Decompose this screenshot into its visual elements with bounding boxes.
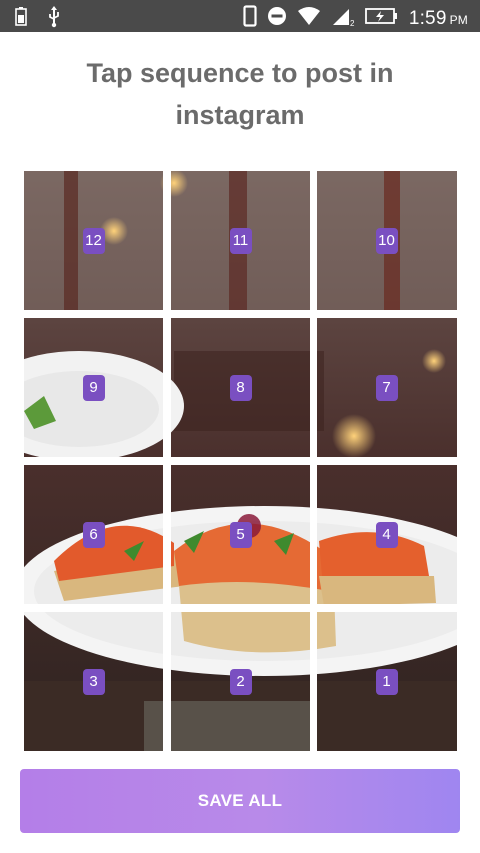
save-all-button[interactable]: SAVE ALL [20, 769, 460, 833]
sequence-badge: 5 [229, 521, 252, 548]
status-time: 1:59 PM [409, 8, 468, 30]
signal-icon: 2 [331, 5, 355, 32]
sequence-badge: 7 [375, 374, 398, 401]
time-ampm: PM [449, 12, 468, 27]
sequence-badge: 11 [229, 227, 252, 254]
phone-icon [243, 5, 257, 32]
grid-tile-10[interactable]: 10 [317, 171, 456, 310]
sequence-badge: 9 [82, 374, 105, 401]
grid-tile-6[interactable]: 6 [24, 465, 163, 604]
battery-indicator-icon [14, 7, 28, 32]
battery-icon [364, 7, 399, 30]
grid-tile-8[interactable]: 8 [171, 318, 310, 457]
usb-icon [46, 6, 62, 33]
time-value: 1:59 [408, 7, 447, 29]
grid-tile-12[interactable]: 12 [24, 171, 163, 310]
sequence-badge: 10 [375, 227, 398, 254]
grid-tile-1[interactable]: 1 [317, 612, 456, 751]
do-not-disturb-icon [267, 6, 287, 31]
grid-tile-11[interactable]: 11 [171, 171, 310, 310]
sequence-badge: 8 [229, 374, 252, 401]
sequence-badge: 4 [375, 521, 398, 548]
sequence-badge: 6 [82, 521, 105, 548]
page-title: Tap sequence to post in instagram [86, 58, 394, 130]
grid-tile-7[interactable]: 7 [317, 318, 456, 457]
grid-tile-2[interactable]: 2 [171, 612, 310, 751]
status-bar: 2 1:59 PM [0, 0, 480, 32]
photo-grid: 12 11 10 9 8 7 6 5 4 3 2 1 [24, 171, 457, 751]
sequence-badge: 1 [375, 668, 398, 695]
grid-tile-5[interactable]: 5 [171, 465, 310, 604]
sequence-badge: 2 [229, 668, 252, 695]
sequence-badge: 12 [82, 227, 105, 254]
grid-tile-4[interactable]: 4 [317, 465, 456, 604]
wifi-icon [297, 6, 321, 31]
grid-tile-9[interactable]: 9 [24, 318, 163, 457]
grid-tile-3[interactable]: 3 [24, 612, 163, 751]
svg-text:2: 2 [350, 19, 355, 27]
sequence-badge: 3 [82, 668, 105, 695]
